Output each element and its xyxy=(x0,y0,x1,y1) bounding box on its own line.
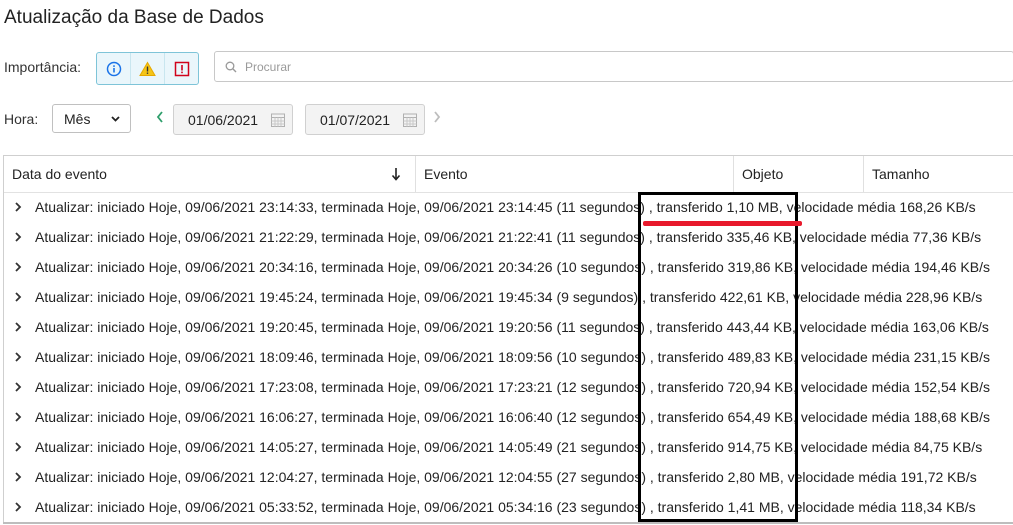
table-row[interactable]: Atualizar: iniciado Hoje, 09/06/2021 17:… xyxy=(4,373,1013,403)
expand-row-icon[interactable] xyxy=(13,321,23,333)
table-row[interactable]: Atualizar: iniciado Hoje, 09/06/2021 14:… xyxy=(4,433,1013,463)
column-header-object[interactable]: Objeto xyxy=(733,156,863,192)
expand-row-icon[interactable] xyxy=(13,351,23,363)
expand-row-icon[interactable] xyxy=(13,441,23,453)
warning-icon xyxy=(139,60,156,76)
importance-label: Importância: xyxy=(4,59,82,75)
column-header-size[interactable]: Tamanho xyxy=(863,156,1013,192)
table-header: Data do evento Evento Objeto Tamanho xyxy=(4,156,1013,193)
row-event-text: Atualizar: iniciado Hoje, 09/06/2021 17:… xyxy=(35,379,990,395)
sort-descending-icon xyxy=(391,168,401,181)
importance-info-button[interactable] xyxy=(97,53,130,84)
chevron-down-icon xyxy=(111,116,120,122)
next-period-button[interactable] xyxy=(432,110,442,124)
calendar-icon[interactable] xyxy=(270,112,286,128)
row-event-text: Atualizar: iniciado Hoje, 09/06/2021 20:… xyxy=(35,259,990,275)
table-row[interactable]: Atualizar: iniciado Hoje, 09/06/2021 23:… xyxy=(4,193,1013,223)
error-icon xyxy=(174,61,189,76)
expand-row-icon[interactable] xyxy=(13,501,23,513)
row-event-text: Atualizar: iniciado Hoje, 09/06/2021 05:… xyxy=(35,499,976,515)
expand-row-icon[interactable] xyxy=(13,201,23,213)
period-select-value: Mês xyxy=(64,110,91,127)
red-underline-annotation xyxy=(643,221,802,226)
row-event-text: Atualizar: iniciado Hoje, 09/06/2021 21:… xyxy=(35,229,982,245)
calendar-icon[interactable] xyxy=(402,112,418,128)
row-event-text: Atualizar: iniciado Hoje, 09/06/2021 23:… xyxy=(35,199,976,215)
column-header-event[interactable]: Evento xyxy=(415,156,733,192)
table-bottom-border xyxy=(3,522,1013,524)
search-icon xyxy=(225,61,237,72)
time-label: Hora: xyxy=(4,111,39,127)
period-select[interactable]: Mês xyxy=(52,104,131,133)
column-header-date[interactable]: Data do evento xyxy=(4,156,415,192)
table-row[interactable]: Atualizar: iniciado Hoje, 09/06/2021 05:… xyxy=(4,493,1013,523)
start-date-value: 01/06/2021 xyxy=(188,112,259,128)
row-event-text: Atualizar: iniciado Hoje, 09/06/2021 19:… xyxy=(35,319,989,335)
row-event-text: Atualizar: iniciado Hoje, 09/06/2021 19:… xyxy=(35,289,983,305)
table-row[interactable]: Atualizar: iniciado Hoje, 09/06/2021 19:… xyxy=(4,283,1013,313)
info-icon xyxy=(106,61,121,76)
expand-row-icon[interactable] xyxy=(13,231,23,243)
expand-row-icon[interactable] xyxy=(13,291,23,303)
search-input[interactable] xyxy=(243,58,947,75)
row-event-text: Atualizar: iniciado Hoje, 09/06/2021 16:… xyxy=(35,409,990,425)
table-row[interactable]: Atualizar: iniciado Hoje, 09/06/2021 21:… xyxy=(4,223,1013,253)
row-event-text: Atualizar: iniciado Hoje, 09/06/2021 14:… xyxy=(35,439,983,455)
expand-row-icon[interactable] xyxy=(13,411,23,423)
expand-row-icon[interactable] xyxy=(13,381,23,393)
importance-toggle-group xyxy=(96,52,199,85)
start-date-field[interactable]: 01/06/2021 xyxy=(173,104,293,135)
previous-period-button[interactable] xyxy=(155,110,165,124)
row-event-text: Atualizar: iniciado Hoje, 09/06/2021 18:… xyxy=(35,349,990,365)
events-table: Data do evento Evento Objeto Tamanho Atu… xyxy=(3,155,1013,524)
table-row[interactable]: Atualizar: iniciado Hoje, 09/06/2021 12:… xyxy=(4,463,1013,493)
importance-error-button[interactable] xyxy=(164,53,198,84)
table-row[interactable]: Atualizar: iniciado Hoje, 09/06/2021 18:… xyxy=(4,343,1013,373)
row-event-text: Atualizar: iniciado Hoje, 09/06/2021 12:… xyxy=(35,469,977,485)
expand-row-icon[interactable] xyxy=(13,471,23,483)
expand-row-icon[interactable] xyxy=(13,261,23,273)
end-date-field[interactable]: 01/07/2021 xyxy=(305,104,425,135)
page-title: Atualização da Base de Dados xyxy=(4,7,264,28)
table-row[interactable]: Atualizar: iniciado Hoje, 09/06/2021 20:… xyxy=(4,253,1013,283)
table-row[interactable]: Atualizar: iniciado Hoje, 09/06/2021 16:… xyxy=(4,403,1013,433)
table-row[interactable]: Atualizar: iniciado Hoje, 09/06/2021 19:… xyxy=(4,313,1013,343)
importance-warning-button[interactable] xyxy=(130,53,164,84)
end-date-value: 01/07/2021 xyxy=(320,112,391,128)
search-field[interactable] xyxy=(214,51,1013,82)
